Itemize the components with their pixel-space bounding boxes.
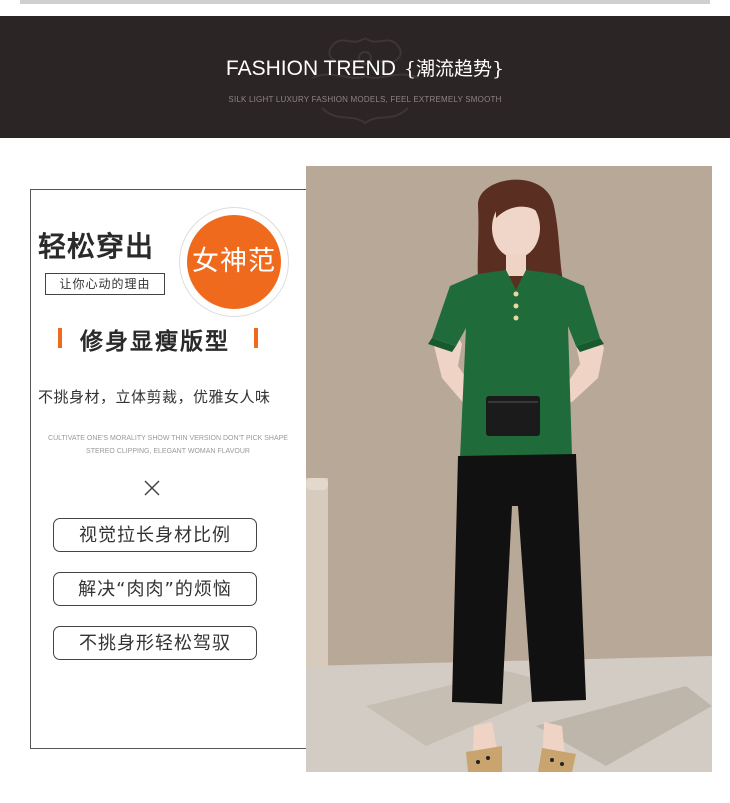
english-description: CULTIVATE ONE'S MORALITY SHOW THIN VERSI… [30, 432, 306, 458]
cross-icon [144, 480, 160, 496]
fashion-trend-banner: FASHION TREND {潮流趋势} SILK LIGHT LUXURY FA… [0, 16, 730, 138]
feature-title: 修身显瘦版型 [80, 329, 230, 355]
subtag: 让你心动的理由 [45, 273, 165, 295]
description: 不挑身材，立体剪裁，优雅女人味 [38, 388, 271, 406]
feature-bar-left [58, 328, 62, 348]
benefit-pill-2: 解决“肉肉”的烦恼 [53, 572, 257, 606]
banner-title: FASHION TREND {潮流趋势} [0, 54, 730, 81]
goddess-badge: 女神范 [179, 207, 289, 317]
banner-subtitle: SILK LIGHT LUXURY FASHION MODELS, FEEL E… [228, 95, 502, 104]
feature-bar-right [254, 328, 258, 348]
benefit-pill-1: 视觉拉长身材比例 [53, 518, 257, 552]
badge-label: 女神范 [187, 215, 281, 309]
headline: 轻松穿出 [38, 230, 155, 263]
english-line: STEREO CLIPPING, ELEGANT WOMAN FLAVOUR [86, 448, 250, 455]
benefit-pill-3: 不挑身形轻松驾驭 [53, 626, 257, 660]
english-line: CULTIVATE ONE'S MORALITY SHOW THIN VERSI… [48, 435, 288, 442]
banner-title-en: FASHION TREND [225, 57, 396, 80]
banner-title-cn: {潮流趋势} [403, 58, 505, 80]
top-strip [0, 0, 730, 16]
model-illustration [306, 166, 712, 772]
model-photo [306, 166, 712, 772]
